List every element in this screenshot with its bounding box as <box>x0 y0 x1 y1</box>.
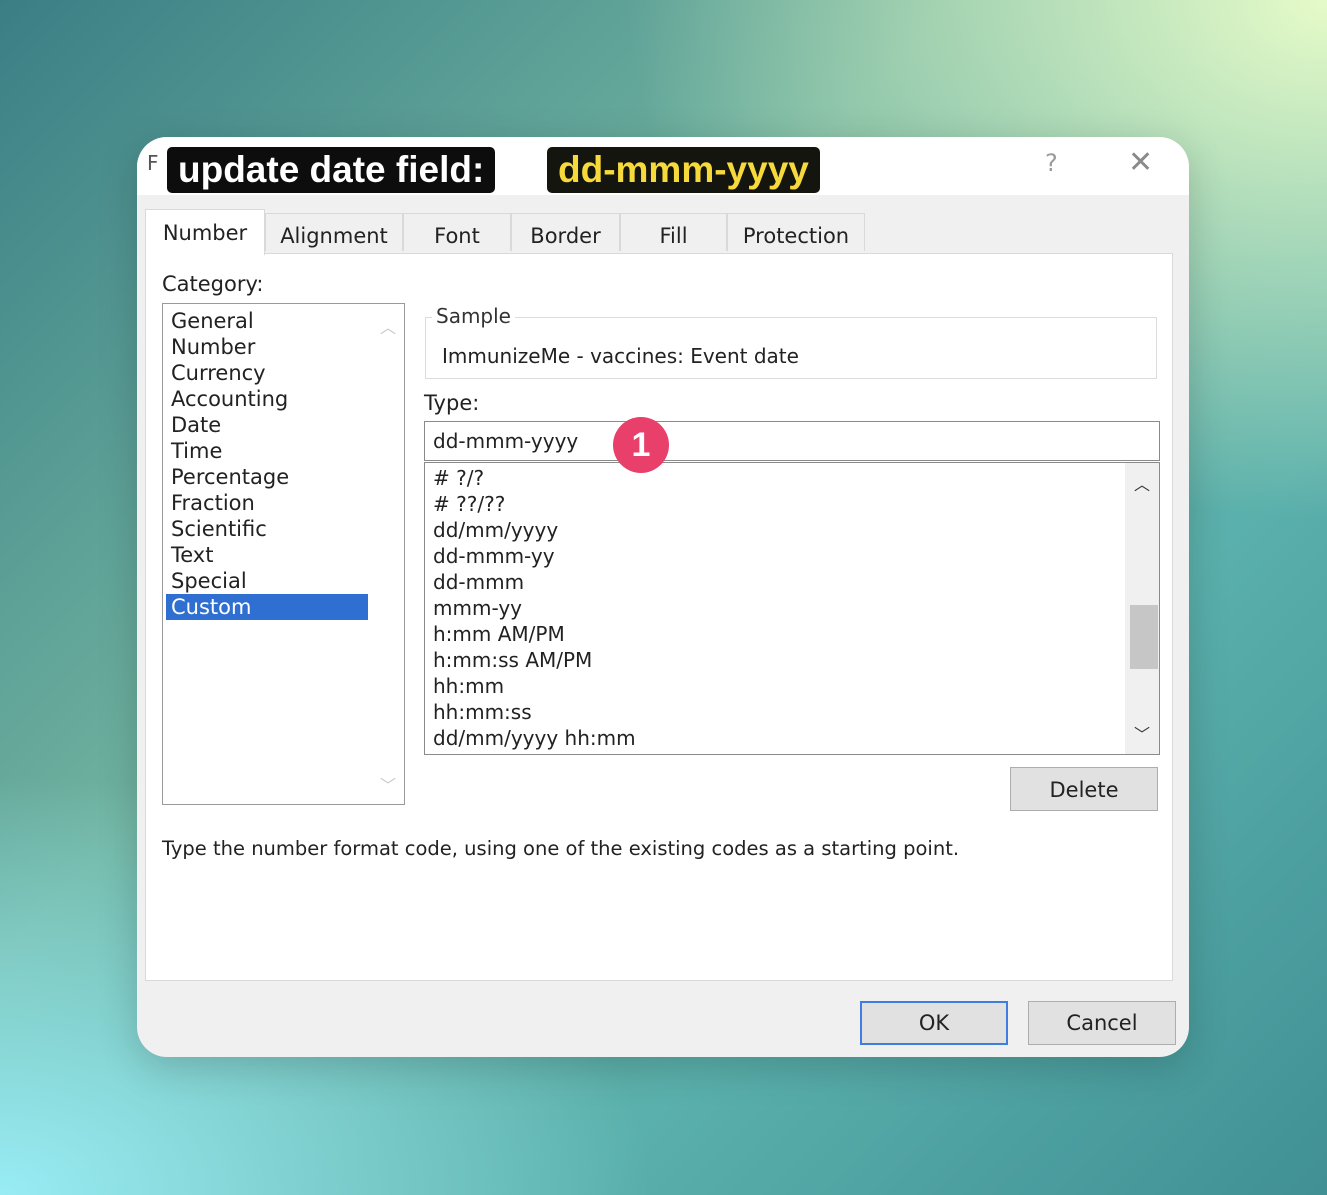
list-item[interactable]: dd-mmm <box>433 569 524 595</box>
dialog-title: F <box>147 151 159 175</box>
hint-text: Type the number format code, using one o… <box>162 837 960 860</box>
format-list-scrollbar[interactable]: ︿ ﹀ <box>1125 463 1159 754</box>
tab-protection[interactable]: Protection <box>727 213 865 251</box>
chevron-down-icon[interactable]: ﹀ <box>1134 721 1150 745</box>
chevron-up-icon[interactable]: ︿ <box>380 314 396 338</box>
tab-number[interactable]: Number <box>145 209 265 255</box>
list-item[interactable]: dd-mmm-yy <box>433 543 555 569</box>
category-item-special[interactable]: Special <box>166 568 368 594</box>
category-label: Category: <box>162 272 264 296</box>
category-item-accounting[interactable]: Accounting <box>166 386 368 412</box>
list-item[interactable]: h:mm AM/PM <box>433 621 565 647</box>
list-item[interactable]: hh:mm:ss <box>433 699 532 725</box>
category-item-general[interactable]: General <box>166 308 368 334</box>
category-scrollbar[interactable]: ︿ ﹀ <box>372 304 404 804</box>
format-code-list[interactable]: # ?/? # ??/?? dd/mm/yyyy dd-mmm-yy dd-mm… <box>424 462 1160 755</box>
step-badge: 1 <box>613 417 669 473</box>
category-item-number[interactable]: Number <box>166 334 368 360</box>
list-item[interactable]: dd/mm/yyyy <box>433 517 558 543</box>
category-item-custom[interactable]: Custom <box>166 594 368 620</box>
help-button[interactable]: ? <box>1045 149 1058 177</box>
scrollbar-thumb[interactable] <box>1130 605 1158 669</box>
list-item[interactable]: h:mm:ss AM/PM <box>433 647 592 673</box>
delete-button[interactable]: Delete <box>1010 767 1158 811</box>
list-item[interactable]: hh:mm <box>433 673 504 699</box>
instruction-callout: update date field: <box>167 147 496 193</box>
tab-alignment[interactable]: Alignment <box>265 213 403 251</box>
category-item-date[interactable]: Date <box>166 412 368 438</box>
list-item[interactable]: # ?/? <box>433 465 484 491</box>
chevron-up-icon[interactable]: ︿ <box>1134 471 1150 495</box>
type-input[interactable]: dd-mmm-yyyy <box>424 421 1160 461</box>
category-item-currency[interactable]: Currency <box>166 360 368 386</box>
category-item-time[interactable]: Time <box>166 438 368 464</box>
list-item[interactable]: dd/mm/yyyy hh:mm <box>433 725 636 751</box>
sample-value: ImmunizeMe - vaccines: Event date <box>442 344 799 368</box>
type-label: Type: <box>424 391 480 415</box>
format-cells-dialog: F update date field: dd-mmm-yyyy ? ✕ Num… <box>137 137 1189 1057</box>
chevron-down-icon[interactable]: ﹀ <box>380 772 396 796</box>
list-item[interactable]: mmm-yy <box>433 595 522 621</box>
sample-legend: Sample <box>432 304 515 328</box>
category-item-text[interactable]: Text <box>166 542 368 568</box>
category-item-fraction[interactable]: Fraction <box>166 490 368 516</box>
list-item[interactable]: # ??/?? <box>433 491 505 517</box>
category-list[interactable]: General Number Currency Accounting Date … <box>162 303 405 805</box>
close-icon[interactable]: ✕ <box>1128 145 1153 180</box>
category-item-scientific[interactable]: Scientific <box>166 516 368 542</box>
ok-button[interactable]: OK <box>860 1001 1008 1045</box>
category-item-percentage[interactable]: Percentage <box>166 464 368 490</box>
title-bar: F update date field: dd-mmm-yyyy ? ✕ <box>137 137 1189 195</box>
tab-font[interactable]: Font <box>403 213 511 251</box>
cancel-button[interactable]: Cancel <box>1028 1001 1176 1045</box>
tab-fill[interactable]: Fill <box>620 213 727 251</box>
tab-border[interactable]: Border <box>511 213 620 251</box>
format-code-callout: dd-mmm-yyyy <box>547 147 820 193</box>
